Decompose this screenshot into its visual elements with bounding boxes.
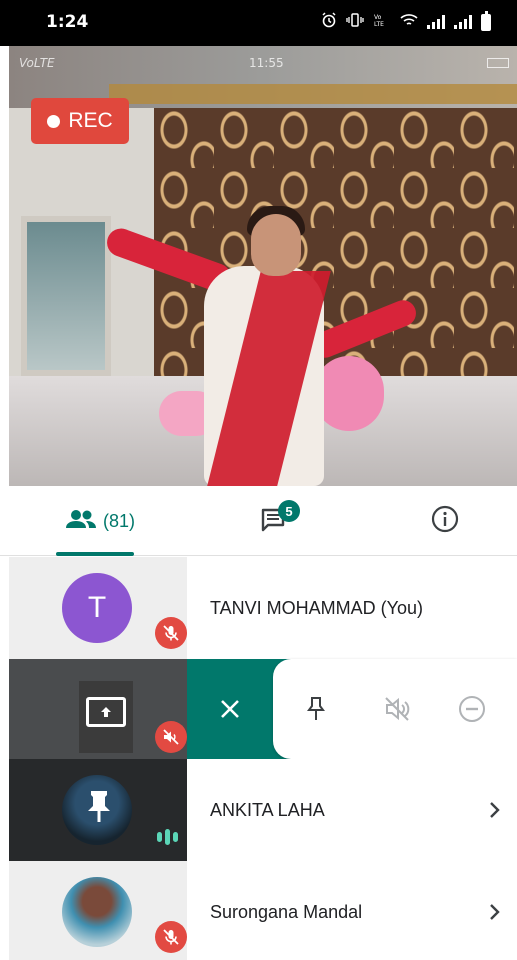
status-icons: Vo LTE	[321, 10, 491, 32]
meeting-tabs: (81) 5	[0, 486, 517, 556]
participant-list: T TANVI MOHAMMAD (You) ANKITA LAHA Suron…	[0, 557, 517, 960]
tab-chat[interactable]: 5	[240, 486, 310, 556]
participant-name: TANVI MOHAMMAD (You)	[210, 597, 424, 618]
status-time: 1:24	[46, 12, 89, 32]
people-icon	[65, 509, 97, 534]
participant-tile: T	[9, 557, 187, 659]
participant-tile	[9, 659, 187, 759]
chat-unread-badge: 5	[278, 500, 300, 522]
overlay-carrier: VoLTE	[19, 56, 55, 70]
participant-tile	[9, 861, 187, 960]
participant-name: ANKITA LAHA	[210, 799, 325, 820]
volume-off-icon	[155, 721, 187, 753]
participant-name: Surongana Mandal	[210, 901, 363, 922]
wifi-icon	[400, 13, 418, 31]
active-tab-indicator	[56, 552, 134, 556]
pin-icon[interactable]	[291, 659, 341, 759]
chevron-right-icon[interactable]	[488, 759, 502, 861]
info-icon	[431, 505, 459, 538]
meet-screen: 1:24 Vo LTE VoLTE 11:55 REC (81) 5 T TAN…	[0, 0, 517, 960]
participant-row-presenting[interactable]	[0, 659, 517, 759]
people-count: (81)	[102, 510, 135, 531]
speaking-indicator-icon	[157, 829, 178, 845]
recording-badge: REC	[31, 98, 129, 144]
volte-icon: Vo LTE	[373, 13, 391, 31]
mute-participant-icon	[373, 659, 423, 759]
battery-icon	[481, 10, 491, 31]
pinned-icon	[86, 789, 112, 828]
vibrate-icon	[346, 13, 364, 31]
record-dot-icon	[47, 114, 61, 128]
close-icon[interactable]	[205, 659, 255, 759]
present-screen-icon	[86, 697, 126, 727]
rec-label: REC	[68, 109, 113, 132]
mic-off-icon	[155, 617, 187, 649]
remove-participant-icon	[447, 659, 497, 759]
alarm-icon	[321, 12, 337, 32]
participant-tile	[9, 759, 187, 861]
avatar	[62, 877, 132, 947]
action-panel	[273, 659, 517, 759]
participant-row[interactable]: T TANVI MOHAMMAD (You)	[0, 557, 517, 659]
svg-text:Vo: Vo	[374, 14, 382, 21]
tab-info[interactable]	[420, 486, 470, 556]
presentation-video[interactable]: VoLTE 11:55 REC	[9, 46, 517, 486]
status-bar: 1:24 Vo LTE	[0, 0, 517, 46]
signal-icon	[427, 15, 445, 29]
overlay-battery-icon	[487, 58, 509, 68]
mic-off-icon	[155, 921, 187, 953]
participant-actions	[187, 659, 517, 759]
shared-screen-status-bar: VoLTE 11:55	[19, 56, 509, 74]
signal-icon	[454, 15, 472, 29]
svg-text:LTE: LTE	[374, 21, 384, 27]
overlay-time: 11:55	[249, 56, 284, 70]
chevron-right-icon[interactable]	[488, 861, 502, 960]
participant-row[interactable]: Surongana Mandal	[0, 861, 517, 960]
participant-row[interactable]: ANKITA LAHA	[0, 759, 517, 861]
avatar: T	[62, 573, 132, 643]
tab-people[interactable]: (81)	[50, 486, 150, 556]
